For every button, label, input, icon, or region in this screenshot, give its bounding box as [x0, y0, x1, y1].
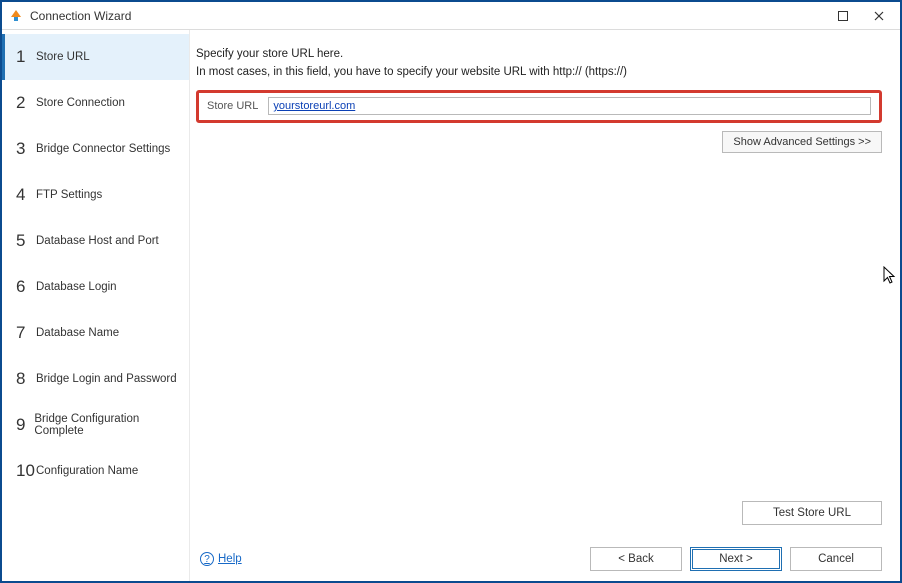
step-label: Database Host and Port: [36, 235, 159, 247]
store-url-group: Store URL: [196, 90, 882, 123]
step-number: 4: [16, 185, 36, 205]
maximize-button[interactable]: [834, 7, 852, 25]
body-area: 1 Store URL 2 Store Connection 3 Bridge …: [2, 30, 900, 581]
step-number: 7: [16, 323, 36, 343]
step-configuration-name[interactable]: 10 Configuration Name: [2, 448, 189, 494]
step-store-connection[interactable]: 2 Store Connection: [2, 80, 189, 126]
advanced-settings-row: Show Advanced Settings >>: [196, 131, 882, 153]
back-button[interactable]: < Back: [590, 547, 682, 571]
app-icon: [8, 8, 24, 24]
step-database-login[interactable]: 6 Database Login: [2, 264, 189, 310]
intro-text-2: In most cases, in this field, you have t…: [196, 66, 882, 78]
test-store-url-button[interactable]: Test Store URL: [742, 501, 882, 525]
cursor-icon: [883, 266, 899, 286]
step-number: 5: [16, 231, 36, 251]
step-bridge-config-complete[interactable]: 9 Bridge Configuration Complete: [2, 402, 189, 448]
footer: ? Help < Back Next > Cancel: [196, 543, 882, 571]
cancel-button[interactable]: Cancel: [790, 547, 882, 571]
step-number: 3: [16, 139, 36, 159]
step-label: Configuration Name: [36, 465, 138, 477]
step-bridge-login-password[interactable]: 8 Bridge Login and Password: [2, 356, 189, 402]
step-number: 10: [16, 461, 36, 481]
step-label: Bridge Configuration Complete: [34, 413, 179, 437]
main-panel: Specify your store URL here. In most cas…: [190, 30, 900, 581]
help-icon: ?: [200, 552, 214, 566]
step-number: 2: [16, 93, 36, 113]
step-bridge-connector-settings[interactable]: 3 Bridge Connector Settings: [2, 126, 189, 172]
close-button[interactable]: [870, 7, 888, 25]
help-link[interactable]: ? Help: [200, 552, 242, 566]
window-controls: [834, 7, 894, 25]
test-row: Test Store URL: [196, 501, 882, 525]
step-label: FTP Settings: [36, 189, 102, 201]
step-number: 6: [16, 277, 36, 297]
step-label: Store Connection: [36, 97, 125, 109]
step-label: Bridge Login and Password: [36, 373, 177, 385]
step-number: 9: [16, 415, 34, 435]
step-label: Store URL: [36, 51, 90, 63]
wizard-sidebar: 1 Store URL 2 Store Connection 3 Bridge …: [2, 30, 190, 581]
step-database-host-port[interactable]: 5 Database Host and Port: [2, 218, 189, 264]
window-title: Connection Wizard: [30, 9, 834, 23]
step-ftp-settings[interactable]: 4 FTP Settings: [2, 172, 189, 218]
help-label: Help: [218, 553, 242, 565]
store-url-input[interactable]: [268, 97, 871, 115]
store-url-label: Store URL: [207, 100, 258, 112]
step-store-url[interactable]: 1 Store URL: [2, 34, 189, 80]
spacer: [196, 153, 882, 501]
step-label: Database Login: [36, 281, 117, 293]
intro-text-1: Specify your store URL here.: [196, 48, 882, 60]
step-database-name[interactable]: 7 Database Name: [2, 310, 189, 356]
show-advanced-settings-button[interactable]: Show Advanced Settings >>: [722, 131, 882, 153]
next-button[interactable]: Next >: [690, 547, 782, 571]
titlebar: Connection Wizard: [2, 2, 900, 30]
step-number: 8: [16, 369, 36, 389]
step-label: Database Name: [36, 327, 119, 339]
step-label: Bridge Connector Settings: [36, 143, 170, 155]
step-number: 1: [16, 47, 36, 67]
